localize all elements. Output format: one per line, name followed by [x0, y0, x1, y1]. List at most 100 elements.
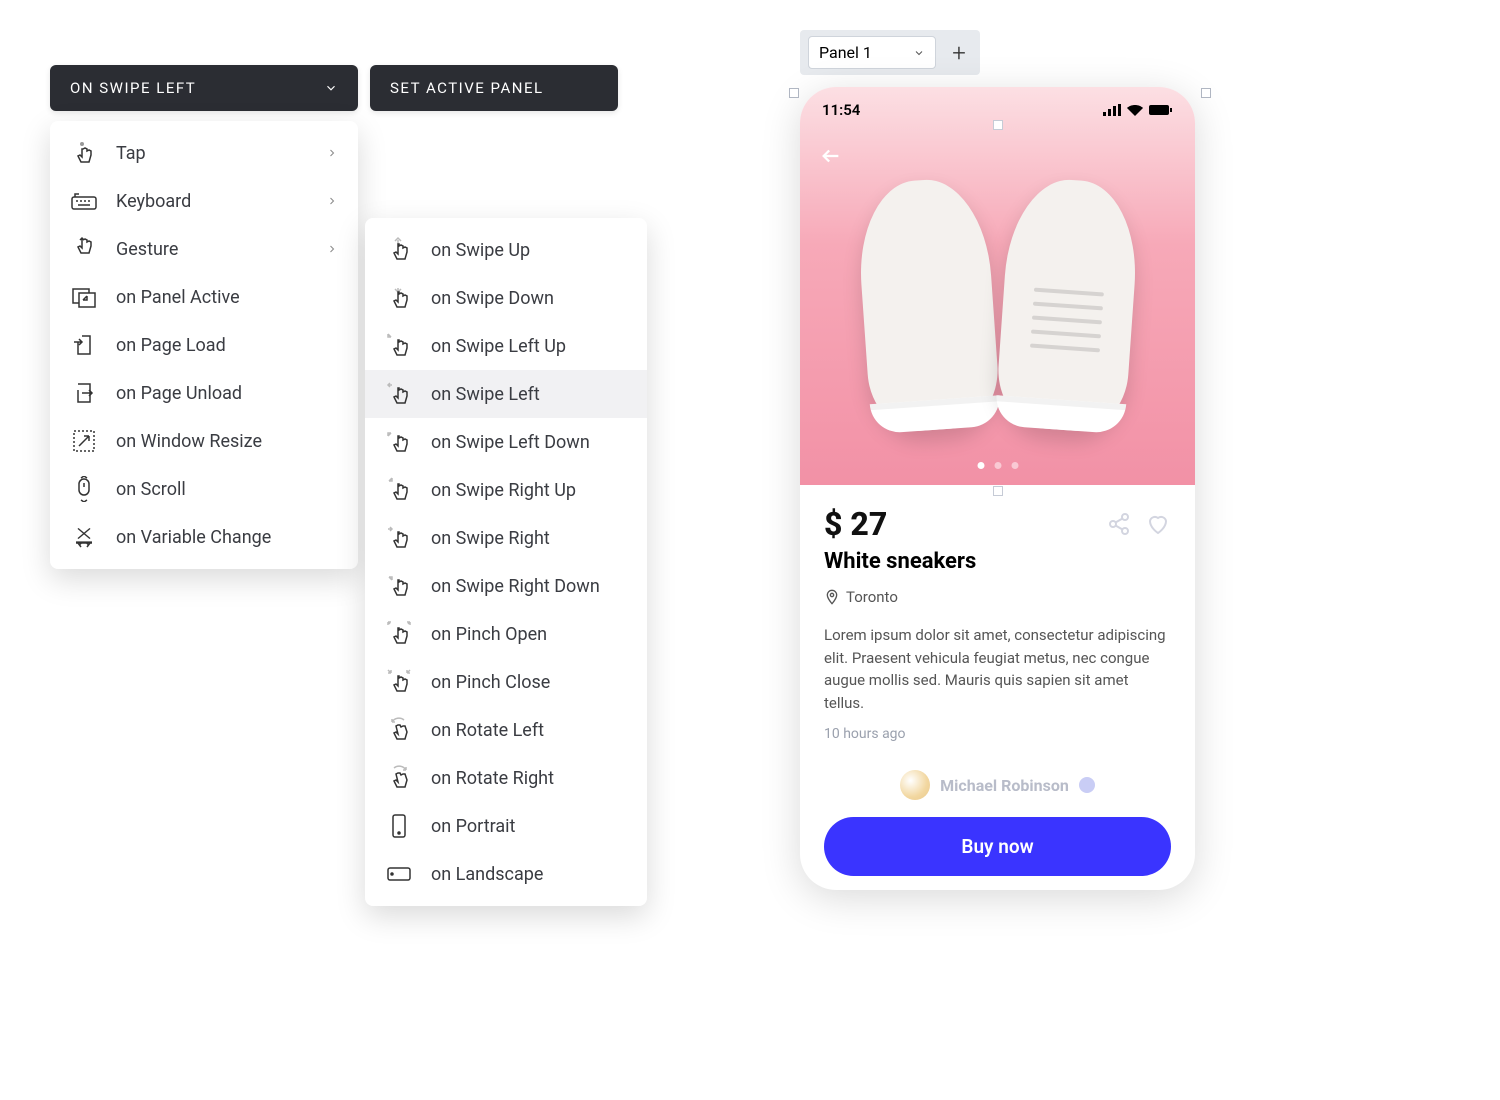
chevron-down-icon — [324, 81, 338, 95]
location-pin-icon — [824, 589, 840, 605]
verified-badge-icon — [1079, 777, 1095, 793]
gesture-item-label: on Swipe Down — [431, 288, 627, 309]
status-icons — [1103, 101, 1173, 119]
gesture-item-label: on Swipe Left Down — [431, 432, 627, 453]
add-panel-button[interactable]: + — [946, 39, 972, 67]
heart-icon[interactable] — [1145, 512, 1171, 536]
gesture-item-label: on Swipe Left — [431, 384, 627, 405]
gesture-item-on-swipe-right-down[interactable]: on Swipe Right Down — [365, 562, 647, 610]
battery-icon — [1149, 104, 1173, 116]
back-arrow-icon[interactable] — [820, 145, 842, 167]
menu-item-page-load[interactable]: on Page Load — [50, 321, 358, 369]
carousel-dot[interactable] — [1011, 462, 1018, 469]
gesture-item-on-pinch-close[interactable]: on Pinch Close — [365, 658, 647, 706]
scroll-icon — [70, 475, 98, 503]
status-bar: 11:54 — [800, 87, 1195, 125]
menu-item-label: on Page Load — [116, 335, 338, 356]
gesture-item-label: on Landscape — [431, 864, 627, 885]
gesture-icon — [385, 620, 413, 648]
gesture-icon — [385, 716, 413, 744]
menu-item-tap[interactable]: Tap — [50, 129, 358, 177]
carousel-dot[interactable] — [994, 462, 1001, 469]
gesture-icon — [385, 812, 413, 840]
menu-item-label: on Variable Change — [116, 527, 338, 548]
share-icon[interactable] — [1107, 512, 1131, 536]
panel-selector-value: Panel 1 — [819, 43, 872, 62]
buy-now-label: Buy now — [961, 835, 1033, 858]
gesture-icon — [385, 236, 413, 264]
gesture-item-label: on Swipe Left Up — [431, 336, 627, 357]
product-image-carousel[interactable] — [800, 87, 1195, 485]
gesture-item-label: on Rotate Left — [431, 720, 627, 741]
menu-item-label: on Window Resize — [116, 431, 338, 452]
gesture-item-on-swipe-down[interactable]: on Swipe Down — [365, 274, 647, 322]
chevron-right-icon — [326, 195, 338, 207]
gesture-submenu: on Swipe Up on Swipe Down on Swipe Left Up… — [365, 218, 647, 906]
menu-item-scroll[interactable]: on Scroll — [50, 465, 358, 513]
menu-item-panel-active[interactable]: on Panel Active — [50, 273, 358, 321]
trigger-menu: Tap Keyboard Gesture — [50, 121, 358, 569]
product-price: $ 27 — [824, 505, 887, 543]
buy-now-button[interactable]: Buy now — [824, 817, 1171, 876]
window-resize-icon — [70, 427, 98, 455]
page-unload-icon — [70, 379, 98, 407]
trigger-dropdown-button[interactable]: ON SWIPE LEFT — [50, 65, 358, 111]
gesture-item-on-landscape[interactable]: on Landscape — [365, 850, 647, 898]
menu-item-page-unload[interactable]: on Page Unload — [50, 369, 358, 417]
gesture-icon — [385, 476, 413, 504]
page-load-icon — [70, 331, 98, 359]
seller-row[interactable]: Michael Robinson — [824, 770, 1171, 800]
wifi-icon — [1127, 104, 1143, 116]
menu-item-variable-change[interactable]: on Variable Change — [50, 513, 358, 561]
keyboard-icon — [70, 187, 98, 215]
gesture-item-on-swipe-up[interactable]: on Swipe Up — [365, 226, 647, 274]
product-image — [863, 180, 1133, 430]
gesture-item-label: on Swipe Right — [431, 528, 627, 549]
tap-icon — [70, 139, 98, 167]
gesture-item-on-rotate-left[interactable]: on Rotate Left — [365, 706, 647, 754]
gesture-item-on-swipe-right-up[interactable]: on Swipe Right Up — [365, 466, 647, 514]
gesture-icon — [385, 860, 413, 888]
variable-change-icon — [70, 523, 98, 551]
menu-item-gesture[interactable]: Gesture — [50, 225, 358, 273]
gesture-icon — [385, 668, 413, 696]
gesture-icon — [385, 284, 413, 312]
posted-time: 10 hours ago — [824, 726, 1171, 742]
gesture-icon — [385, 764, 413, 792]
seller-name: Michael Robinson — [940, 776, 1069, 795]
gesture-item-label: on Swipe Right Up — [431, 480, 627, 501]
gesture-item-label: on Portrait — [431, 816, 627, 837]
menu-item-keyboard[interactable]: Keyboard — [50, 177, 358, 225]
avatar — [900, 770, 930, 800]
action-button[interactable]: SET ACTIVE PANEL — [370, 65, 618, 111]
gesture-item-label: on Swipe Right Down — [431, 576, 627, 597]
gesture-item-on-portrait[interactable]: on Portrait — [365, 802, 647, 850]
menu-item-label: on Scroll — [116, 479, 338, 500]
gesture-icon — [385, 380, 413, 408]
menu-item-label: on Panel Active — [116, 287, 338, 308]
gesture-icon — [385, 428, 413, 456]
gesture-icon — [385, 524, 413, 552]
menu-item-label: Keyboard — [116, 191, 308, 212]
gesture-item-on-swipe-left[interactable]: on Swipe Left — [365, 370, 647, 418]
panel-active-icon — [70, 283, 98, 311]
menu-item-window-resize[interactable]: on Window Resize — [50, 417, 358, 465]
gesture-item-on-swipe-left-up[interactable]: on Swipe Left Up — [365, 322, 647, 370]
carousel-dots[interactable] — [977, 462, 1018, 469]
gesture-item-on-swipe-left-down[interactable]: on Swipe Left Down — [365, 418, 647, 466]
gesture-item-on-swipe-right[interactable]: on Swipe Right — [365, 514, 647, 562]
menu-item-label: Gesture — [116, 239, 308, 260]
gesture-item-on-rotate-right[interactable]: on Rotate Right — [365, 754, 647, 802]
gesture-item-label: on Pinch Open — [431, 624, 627, 645]
gesture-icon — [385, 572, 413, 600]
chevron-right-icon — [326, 147, 338, 159]
product-description: Lorem ipsum dolor sit amet, consectetur … — [824, 624, 1171, 714]
trigger-dropdown-label: ON SWIPE LEFT — [70, 79, 196, 97]
phone-preview: 11:54 — [800, 87, 1195, 890]
panel-selector[interactable]: Panel 1 — [808, 36, 936, 69]
gesture-item-on-pinch-open[interactable]: on Pinch Open — [365, 610, 647, 658]
menu-item-label: on Page Unload — [116, 383, 338, 404]
carousel-dot[interactable] — [977, 462, 984, 469]
signal-icon — [1103, 104, 1121, 116]
gesture-item-label: on Swipe Up — [431, 240, 627, 261]
